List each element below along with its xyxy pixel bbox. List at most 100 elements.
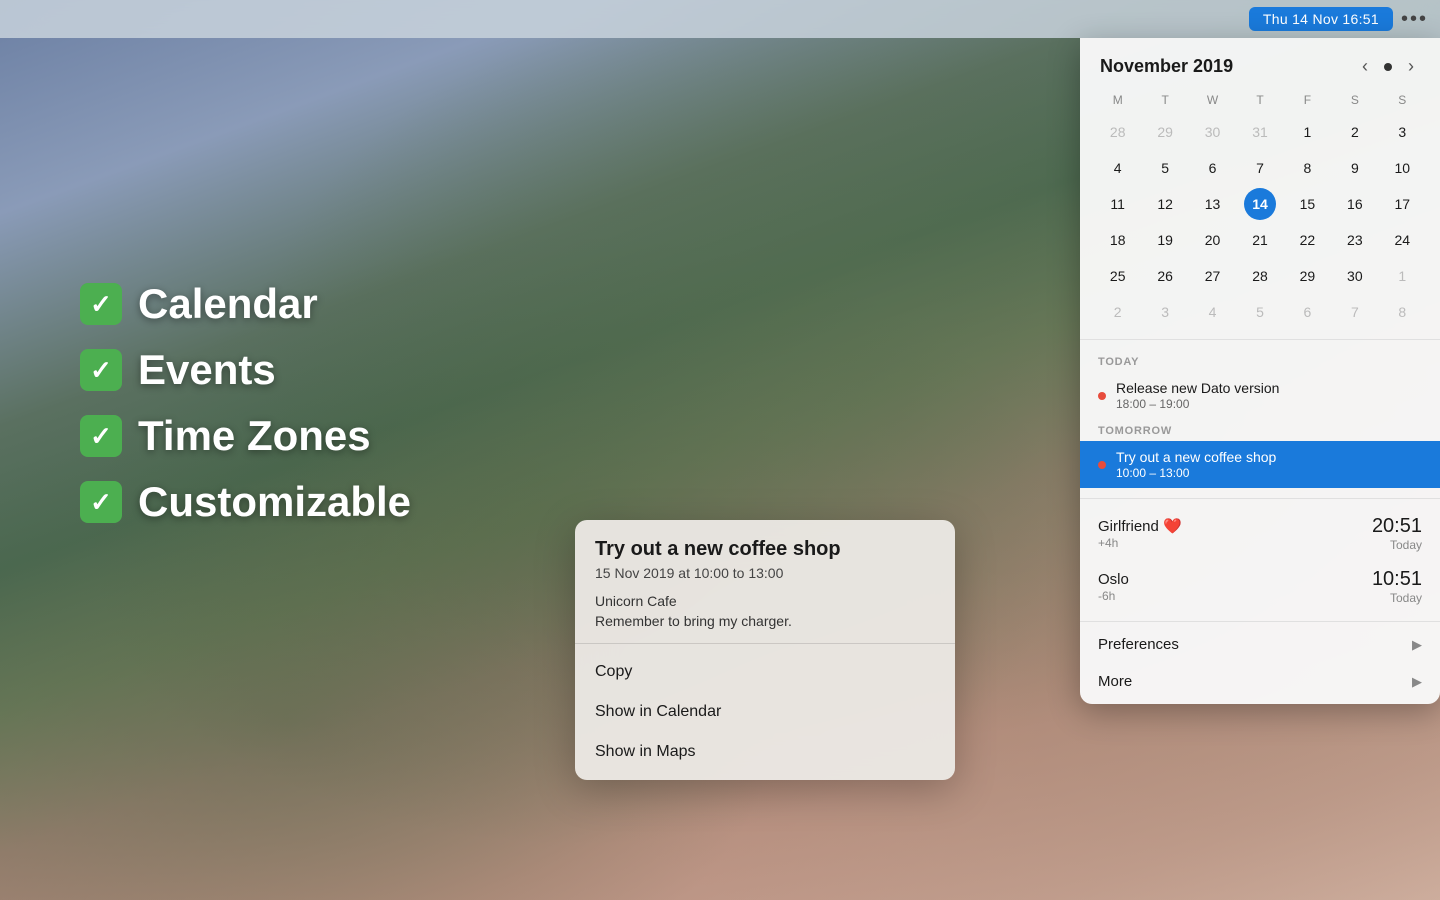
calendar-day-18[interactable]: 18 — [1102, 224, 1134, 256]
calendar-day-28[interactable]: 28 — [1102, 116, 1134, 148]
more-arrow-icon: ▶ — [1412, 674, 1422, 690]
calendar-day-5[interactable]: 5 — [1149, 152, 1181, 184]
context-event-location: Unicorn Cafe — [595, 593, 935, 609]
event-title-release: Release new Dato version — [1116, 380, 1422, 396]
calendar-day-31[interactable]: 31 — [1244, 116, 1276, 148]
calendar-day-11[interactable]: 11 — [1102, 188, 1134, 220]
tz-time-girlfriend: 20:51 — [1372, 515, 1422, 538]
calendar-day-21[interactable]: 21 — [1244, 224, 1276, 256]
calendar-day-5[interactable]: 5 — [1244, 296, 1276, 328]
checkbox-icon-calendar — [80, 283, 122, 325]
calendar-day-2[interactable]: 2 — [1339, 116, 1371, 148]
tz-day-oslo: Today — [1372, 591, 1422, 605]
event-title-coffee: Try out a new coffee shop — [1116, 449, 1422, 465]
calendar-day-7[interactable]: 7 — [1244, 152, 1276, 184]
event-item-release[interactable]: Release new Dato version 18:00 – 19:00 — [1080, 372, 1440, 419]
calendar-day-3[interactable]: 3 — [1386, 116, 1418, 148]
weekday-wed: W — [1189, 89, 1236, 111]
menu-item-more[interactable]: More ▶ — [1080, 663, 1440, 700]
tz-right-oslo: 10:51 Today — [1372, 568, 1422, 605]
calendar-day-8[interactable]: 8 — [1386, 296, 1418, 328]
tz-name-girlfriend: Girlfriend ❤️ — [1098, 517, 1372, 535]
events-section: TODAY Release new Dato version 18:00 – 1… — [1080, 340, 1440, 498]
event-item-coffee[interactable]: Try out a new coffee shop 10:00 – 13:00 — [1080, 441, 1440, 488]
tz-day-girlfriend: Today — [1372, 538, 1422, 552]
calendar-day-6[interactable]: 6 — [1197, 152, 1229, 184]
context-event-title: Try out a new coffee shop — [595, 538, 935, 561]
calendar-day-7[interactable]: 7 — [1339, 296, 1371, 328]
calendar-day-6[interactable]: 6 — [1291, 296, 1323, 328]
menubar-more-button[interactable]: ••• — [1401, 8, 1428, 31]
calendar-day-20[interactable]: 20 — [1197, 224, 1229, 256]
calendar-day-8[interactable]: 8 — [1291, 152, 1323, 184]
calendar-day-12[interactable]: 12 — [1149, 188, 1181, 220]
calendar-day-26[interactable]: 26 — [1149, 260, 1181, 292]
preferences-arrow-icon: ▶ — [1412, 637, 1422, 653]
event-dot-coffee — [1098, 461, 1106, 469]
calendar-day-15[interactable]: 15 — [1291, 188, 1323, 220]
tz-left-oslo: Oslo -6h — [1098, 571, 1372, 603]
checkbox-icon-events — [80, 349, 122, 391]
calendar-day-9[interactable]: 9 — [1339, 152, 1371, 184]
calendar-day-1[interactable]: 1 — [1291, 116, 1323, 148]
calendar-prev-button[interactable]: ‹ — [1356, 54, 1374, 79]
weekday-fri: F — [1284, 89, 1331, 111]
menubar-datetime[interactable]: Thu 14 Nov 16:51 — [1249, 7, 1393, 31]
calendar-day-29[interactable]: 29 — [1291, 260, 1323, 292]
feature-item-calendar: Calendar — [80, 280, 411, 328]
today-label: TODAY — [1080, 350, 1440, 372]
calendar-day-30[interactable]: 30 — [1197, 116, 1229, 148]
calendar-day-29[interactable]: 29 — [1149, 116, 1181, 148]
checkbox-icon-customizable — [80, 481, 122, 523]
calendar-day-24[interactable]: 24 — [1386, 224, 1418, 256]
context-action-copy[interactable]: Copy — [575, 652, 955, 692]
feature-label-customizable: Customizable — [138, 478, 411, 526]
timezone-row-girlfriend[interactable]: Girlfriend ❤️ +4h 20:51 Today — [1080, 507, 1440, 560]
timezones-section: Girlfriend ❤️ +4h 20:51 Today Oslo -6h 1… — [1080, 498, 1440, 621]
calendar-day-28[interactable]: 28 — [1244, 260, 1276, 292]
menu-label-more: More — [1098, 673, 1132, 690]
calendar-day-25[interactable]: 25 — [1102, 260, 1134, 292]
calendar-day-19[interactable]: 19 — [1149, 224, 1181, 256]
calendar-navigation: ‹ › — [1356, 54, 1420, 79]
context-action-show-maps[interactable]: Show in Maps — [575, 732, 955, 772]
menu-label-preferences: Preferences — [1098, 636, 1179, 653]
calendar-day-1[interactable]: 1 — [1386, 260, 1418, 292]
event-info-release: Release new Dato version 18:00 – 19:00 — [1116, 380, 1422, 411]
weekday-sun: S — [1379, 89, 1426, 111]
menu-item-preferences[interactable]: Preferences ▶ — [1080, 626, 1440, 663]
calendar-day-13[interactable]: 13 — [1197, 188, 1229, 220]
calendar-day-14-today[interactable]: 14 — [1244, 188, 1276, 220]
calendar-day-3[interactable]: 3 — [1149, 296, 1181, 328]
calendar-day-2[interactable]: 2 — [1102, 296, 1134, 328]
context-action-show-calendar[interactable]: Show in Calendar — [575, 692, 955, 732]
event-time-release: 18:00 – 19:00 — [1116, 397, 1422, 411]
calendar-day-22[interactable]: 22 — [1291, 224, 1323, 256]
weekday-thu: T — [1236, 89, 1283, 111]
desktop-feature-list: Calendar Events Time Zones Customizable — [80, 280, 411, 544]
calendar-day-10[interactable]: 10 — [1386, 152, 1418, 184]
timezone-row-oslo[interactable]: Oslo -6h 10:51 Today — [1080, 560, 1440, 613]
calendar-day-4[interactable]: 4 — [1102, 152, 1134, 184]
calendar-next-button[interactable]: › — [1402, 54, 1420, 79]
calendar-day-27[interactable]: 27 — [1197, 260, 1229, 292]
tz-time-oslo: 10:51 — [1372, 568, 1422, 591]
calendar-day-17[interactable]: 17 — [1386, 188, 1418, 220]
feature-label-events: Events — [138, 346, 276, 394]
calendar-day-4[interactable]: 4 — [1197, 296, 1229, 328]
context-event-info: Try out a new coffee shop 15 Nov 2019 at… — [575, 520, 955, 643]
feature-item-timezones: Time Zones — [80, 412, 411, 460]
tz-offset-oslo: -6h — [1098, 589, 1372, 603]
tomorrow-label: TOMORROW — [1080, 419, 1440, 441]
calendar-day-30[interactable]: 30 — [1339, 260, 1371, 292]
tz-offset-girlfriend: +4h — [1098, 536, 1372, 550]
context-event-note: Remember to bring my charger. — [595, 613, 935, 629]
calendar-panel: November 2019 ‹ › M T W T F S S 28293031… — [1080, 38, 1440, 704]
tz-left-girlfriend: Girlfriend ❤️ +4h — [1098, 517, 1372, 550]
calendar-day-16[interactable]: 16 — [1339, 188, 1371, 220]
calendar-today-dot[interactable] — [1384, 63, 1392, 71]
calendar-day-23[interactable]: 23 — [1339, 224, 1371, 256]
calendar-month-year: November 2019 — [1100, 56, 1233, 77]
calendar-grid: M T W T F S S 28293031123456789101112131… — [1080, 89, 1440, 339]
menubar: Thu 14 Nov 16:51 ••• — [0, 0, 1440, 38]
